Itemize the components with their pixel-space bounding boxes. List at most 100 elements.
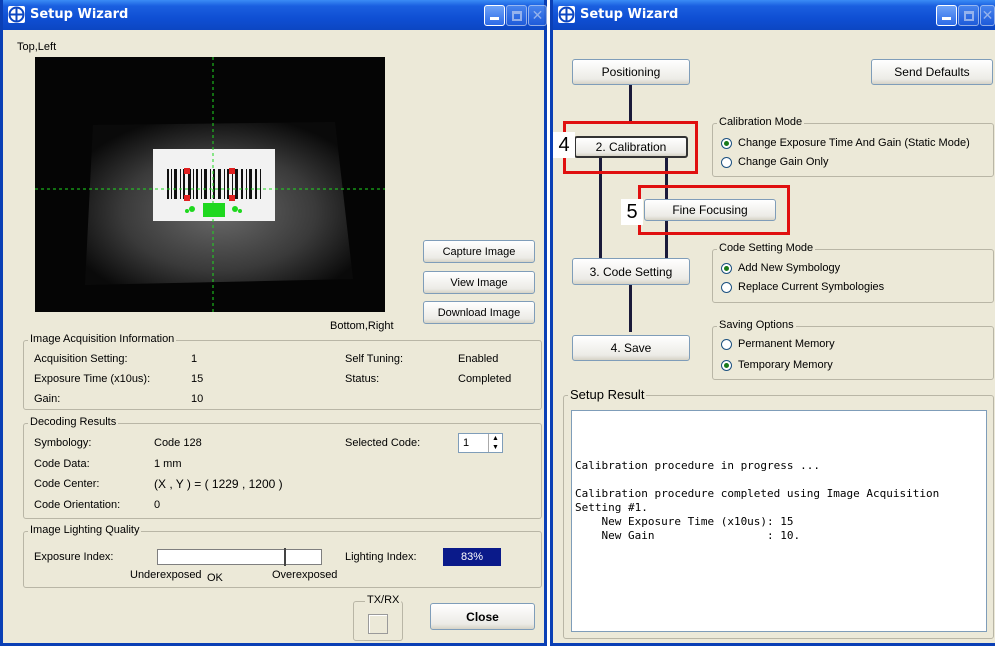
code-data-value: 1 mm xyxy=(154,458,182,470)
minimize-button[interactable] xyxy=(936,5,957,26)
saving-options-radio-1[interactable] xyxy=(721,339,732,350)
lighting-index-label: Lighting Index: xyxy=(345,551,417,563)
status-value: Completed xyxy=(458,373,512,385)
view-image-button[interactable]: View Image xyxy=(423,271,535,294)
setup-result-legend: Setup Result xyxy=(568,387,647,402)
selected-code-value[interactable]: 1 xyxy=(463,437,469,449)
flow-line xyxy=(629,82,632,122)
status-label: Status: xyxy=(345,373,380,385)
exposure-index-marker xyxy=(284,548,286,566)
corner-top-left-label: Top,Left xyxy=(17,41,57,53)
app-icon xyxy=(558,6,575,23)
selected-code-spinner[interactable]: 1 ▲ ▼ xyxy=(458,433,503,453)
setup-result-group: Setup Result Calibration procedure in pr… xyxy=(563,387,994,639)
lighting-index-value: 83% xyxy=(443,548,501,566)
minimize-icon xyxy=(942,17,951,20)
exposure-index-label: Exposure Index: xyxy=(34,551,114,563)
self-tuning-value: Enabled xyxy=(458,353,499,365)
result-line: Calibration procedure completed using Im… xyxy=(575,487,940,500)
calibration-mode-option-2[interactable]: Change Gain Only xyxy=(738,156,829,168)
left-setup-wizard-window: Setup Wizard ✕ Top,Left Capture Image Vi… xyxy=(0,0,547,646)
spinner-down-icon[interactable]: ▼ xyxy=(488,443,502,452)
decoding-results-legend: Decoding Results xyxy=(28,416,119,428)
positioning-button[interactable]: Positioning xyxy=(572,59,690,85)
maximize-icon xyxy=(964,11,974,21)
ok-label: OK xyxy=(207,572,223,584)
lighting-quality-legend: Image Lighting Quality xyxy=(28,524,142,536)
code-orientation-label: Code Orientation: xyxy=(34,499,121,511)
decoding-results-group: Decoding Results Symbology: Code 128 Cod… xyxy=(23,416,542,519)
code-center-value: (X , Y ) = ( 1229 , 1200 ) xyxy=(154,477,283,491)
send-defaults-button[interactable]: Send Defaults xyxy=(871,59,993,85)
code-data-label: Code Data: xyxy=(34,458,90,470)
code-setting-mode-legend: Code Setting Mode xyxy=(717,242,816,254)
lighting-quality-group: Image Lighting Quality Exposure Index: U… xyxy=(23,524,542,588)
close-window-button[interactable]: ✕ xyxy=(980,5,995,26)
maximize-button[interactable] xyxy=(506,5,527,26)
maximize-button[interactable] xyxy=(958,5,979,26)
symbology-label: Symbology: xyxy=(34,437,92,449)
symbology-value: Code 128 xyxy=(154,437,202,449)
code-center-label: Code Center: xyxy=(34,478,100,490)
gain-value: 10 xyxy=(191,393,204,405)
code-setting-mode-option-1[interactable]: Add New Symbology xyxy=(738,262,840,274)
acquisition-info-group: Image Acquisition Information Acquisitio… xyxy=(23,333,542,410)
minimize-icon xyxy=(490,17,499,20)
selected-code-label: Selected Code: xyxy=(345,437,421,449)
result-line: New Gain : 10. xyxy=(575,529,801,542)
flow-line xyxy=(629,282,632,332)
saving-options-legend: Saving Options xyxy=(717,319,796,331)
result-line: New Exposure Time (x10us): 15 xyxy=(575,515,794,528)
txrx-indicator xyxy=(368,614,388,634)
exposure-time-label: Exposure Time (x10us): xyxy=(34,373,151,385)
acquisition-setting-value: 1 xyxy=(191,353,198,365)
right-setup-wizard-window: Setup Wizard ✕ Positioning Send Defaults… xyxy=(550,0,995,646)
saving-options-option-2[interactable]: Temporary Memory xyxy=(738,359,833,371)
result-line: Calibration procedure in progress ... xyxy=(575,459,821,472)
close-button[interactable]: Close xyxy=(430,603,535,630)
saving-options-group: Saving Options Permanent Memory Temporar… xyxy=(712,319,994,380)
calibration-highlight xyxy=(563,121,698,174)
gain-label: Gain: xyxy=(34,393,61,405)
code-orientation-value: 0 xyxy=(154,499,161,511)
spinner-up-icon[interactable]: ▲ xyxy=(488,434,502,443)
code-setting-mode-group: Code Setting Mode Add New Symbology Repl… xyxy=(712,242,994,303)
code-setting-button[interactable]: 3. Code Setting xyxy=(572,258,690,285)
code-setting-mode-radio-2[interactable] xyxy=(721,282,732,293)
txrx-group: TX/RX xyxy=(353,594,403,641)
app-icon xyxy=(8,6,25,23)
close-window-button[interactable]: ✕ xyxy=(528,5,547,26)
fine-focusing-highlight xyxy=(638,185,790,235)
minimize-button[interactable] xyxy=(484,5,505,26)
left-title-bar[interactable]: Setup Wizard ✕ xyxy=(3,0,547,30)
corner-bottom-right-label: Bottom,Right xyxy=(330,320,394,332)
self-tuning-label: Self Tuning: xyxy=(345,353,404,365)
fine-focusing-callout-number: 5 xyxy=(621,199,643,225)
maximize-icon xyxy=(512,11,522,21)
calibration-mode-radio-2[interactable] xyxy=(721,157,732,168)
exposure-time-value: 15 xyxy=(191,373,204,385)
right-title-bar[interactable]: Setup Wizard ✕ xyxy=(553,0,995,30)
overexposed-label: Overexposed xyxy=(272,569,338,581)
acquisition-setting-label: Acquisition Setting: xyxy=(34,353,128,365)
download-image-button[interactable]: Download Image xyxy=(423,301,535,324)
underexposed-label: Underexposed xyxy=(130,569,202,581)
calibration-mode-radio-1[interactable] xyxy=(721,138,732,149)
txrx-legend: TX/RX xyxy=(365,594,402,606)
right-window-title: Setup Wizard xyxy=(580,7,679,22)
close-icon: ✕ xyxy=(531,7,544,23)
save-button[interactable]: 4. Save xyxy=(572,335,690,361)
left-window-title: Setup Wizard xyxy=(30,7,129,22)
code-setting-mode-radio-1[interactable] xyxy=(721,263,732,274)
saving-options-option-1[interactable]: Permanent Memory xyxy=(738,338,835,350)
calibration-mode-option-1[interactable]: Change Exposure Time And Gain (Static Mo… xyxy=(738,137,970,149)
capture-image-button[interactable]: Capture Image xyxy=(423,240,535,263)
camera-image-view[interactable] xyxy=(35,57,385,312)
camera-image xyxy=(35,57,385,312)
setup-result-text-area[interactable]: Calibration procedure in progress ... Ca… xyxy=(571,410,987,632)
calibration-callout-number: 4 xyxy=(553,132,575,158)
acquisition-info-legend: Image Acquisition Information xyxy=(28,333,177,345)
exposure-index-bar xyxy=(157,548,322,566)
code-setting-mode-option-2[interactable]: Replace Current Symbologies xyxy=(738,281,884,293)
saving-options-radio-2[interactable] xyxy=(721,360,732,371)
